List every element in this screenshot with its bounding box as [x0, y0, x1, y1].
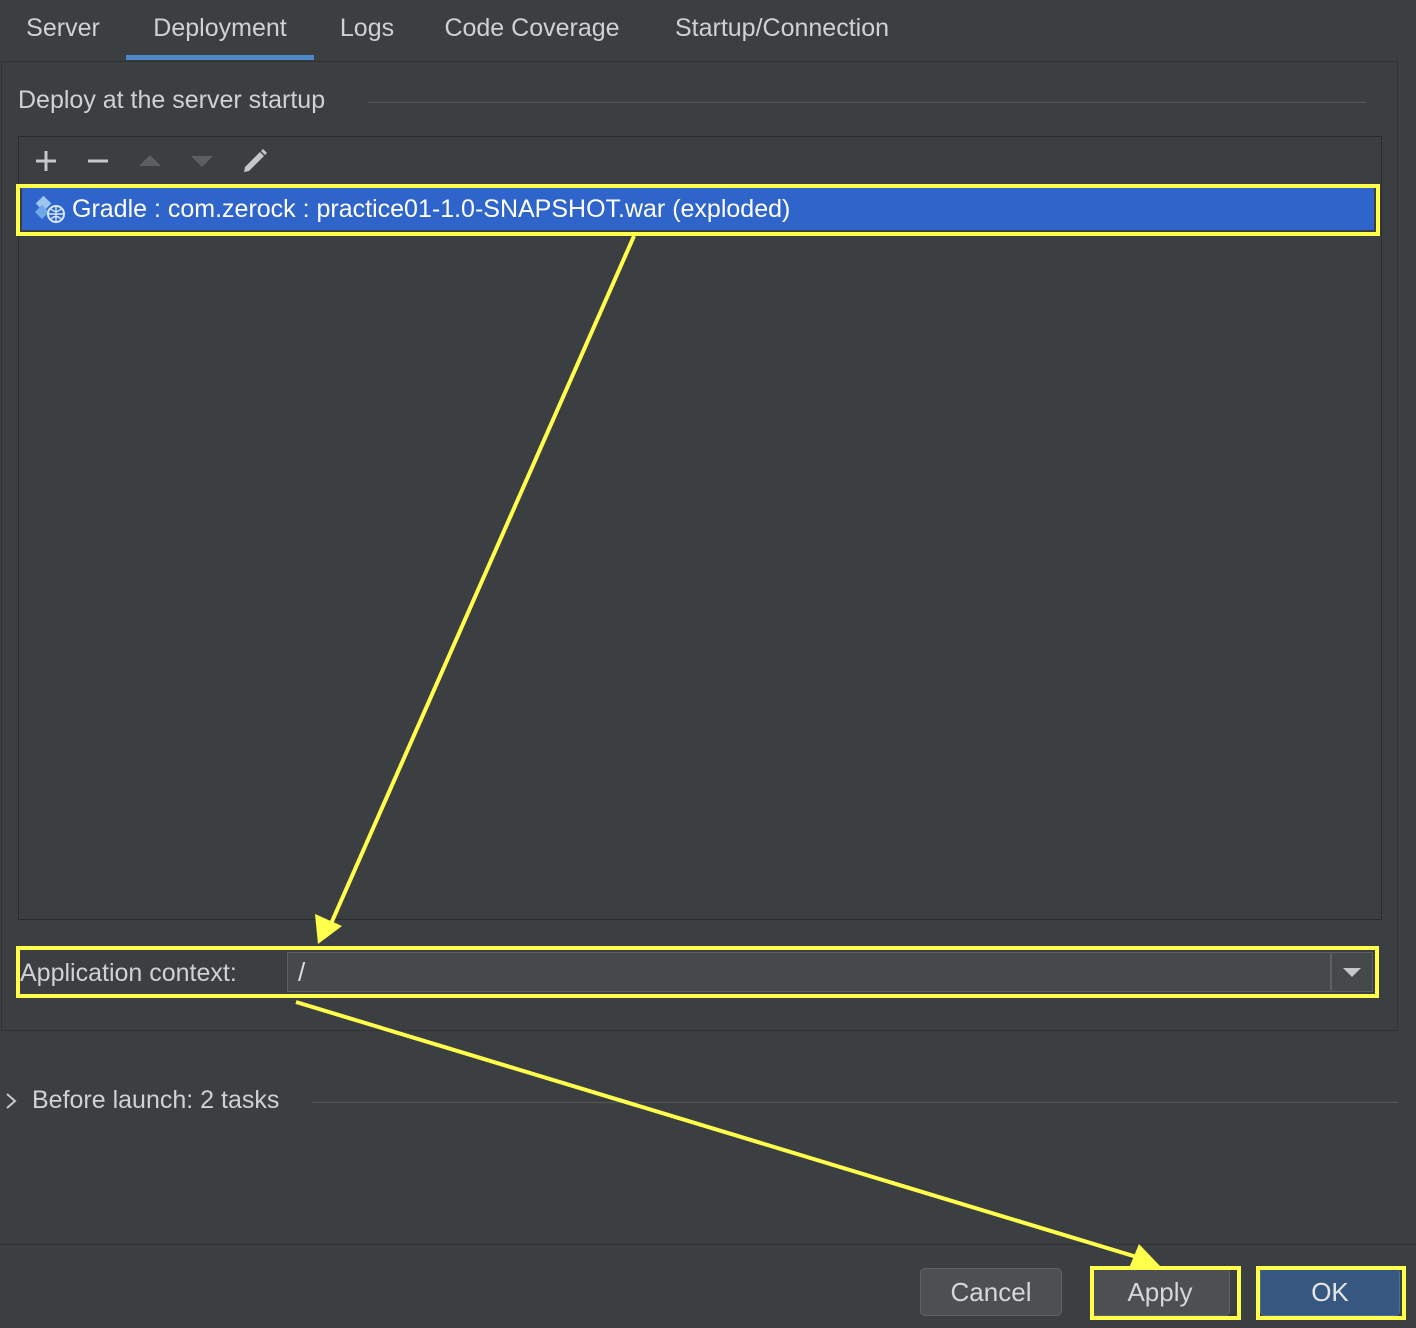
arrow-up-icon: [139, 155, 161, 166]
move-down-button[interactable]: [185, 144, 219, 178]
section-title: Deploy at the server startup: [18, 86, 338, 115]
arrow-to-apply-head: [1129, 1244, 1160, 1268]
application-context-dropdown[interactable]: [1331, 952, 1373, 992]
tab-startup-connection[interactable]: Startup/Connection: [644, 0, 920, 60]
chevron-right-icon: [6, 1092, 17, 1109]
before-launch-toggle[interactable]: Before launch: 2 tasks: [4, 1086, 292, 1115]
tab-code-coverage[interactable]: Code Coverage: [420, 0, 644, 60]
add-button[interactable]: [29, 144, 63, 178]
footer-divider: [0, 1244, 1416, 1245]
remove-button[interactable]: [81, 144, 115, 178]
list-item-label: Gradle : com.zerock : practice01-1.0-SNA…: [72, 194, 791, 223]
arrow-to-apply: [295, 1000, 1141, 1260]
tab-logs[interactable]: Logs: [314, 0, 420, 60]
application-context-input[interactable]: /: [287, 952, 1331, 992]
edit-button[interactable]: [238, 144, 272, 178]
application-context-label: Application context:: [20, 959, 237, 987]
list-item[interactable]: Gradle : com.zerock : practice01-1.0-SNA…: [22, 188, 1374, 230]
cancel-button[interactable]: Cancel: [920, 1268, 1062, 1316]
tab-deployment[interactable]: Deployment: [126, 0, 314, 60]
tab-server[interactable]: Server: [0, 0, 126, 60]
section-divider: [368, 102, 1366, 103]
before-launch-label: Before launch: 2 tasks: [32, 1086, 280, 1114]
apply-button[interactable]: Apply: [1090, 1268, 1230, 1316]
move-up-button[interactable]: [133, 144, 167, 178]
artifact-icon: [34, 192, 68, 226]
before-launch-divider: [312, 1102, 1398, 1103]
ok-button[interactable]: OK: [1260, 1268, 1400, 1316]
tab-bar: Server Deployment Logs Code Coverage Sta…: [0, 0, 1416, 60]
deployment-list[interactable]: [18, 136, 1382, 920]
plus-icon: [36, 151, 56, 171]
pencil-icon: [244, 149, 267, 172]
minus-icon: [88, 159, 108, 163]
arrow-down-icon: [191, 156, 213, 167]
chevron-down-icon: [1343, 968, 1361, 977]
